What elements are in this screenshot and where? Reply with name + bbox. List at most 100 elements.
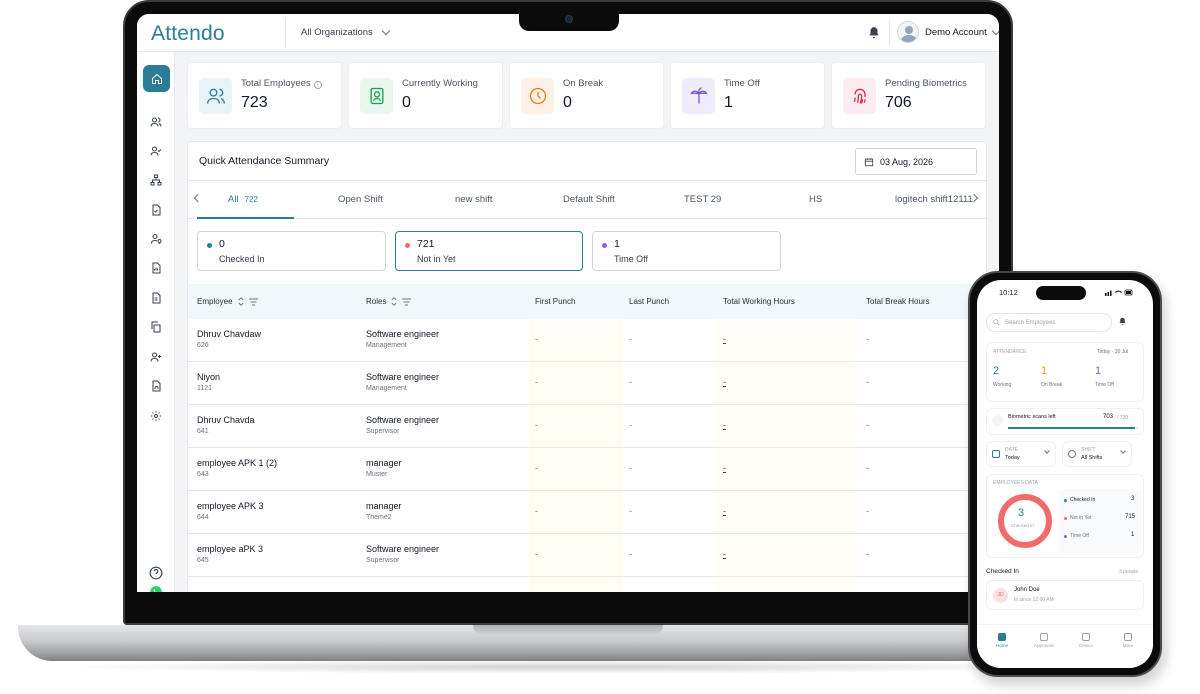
- phone-shift-select[interactable]: SHIFT All Shifts: [1062, 441, 1132, 467]
- column-header-first-punch[interactable]: First Punch: [535, 297, 575, 306]
- table-row[interactable]: employee aPK 3 645 Software engineer Superv…: [188, 534, 988, 577]
- shift-tabs: All 722 Open Shift new shift Default Shif…: [188, 180, 988, 219]
- stat-icon-bg: [521, 78, 554, 114]
- bell-icon[interactable]: [1118, 317, 1127, 326]
- nav-home[interactable]: Home: [987, 633, 1017, 648]
- whatsapp-icon[interactable]: [149, 585, 163, 592]
- sidebar-item-tracking[interactable]: [145, 228, 167, 250]
- legend-label: Time Off: [1070, 533, 1089, 539]
- sort-icon[interactable]: [390, 297, 398, 306]
- account-menu[interactable]: Demo Account: [897, 21, 999, 43]
- cell-work: -: [723, 463, 726, 473]
- cell-work: -: [723, 506, 726, 516]
- user-add-icon: [150, 352, 161, 362]
- status-card-checked-in[interactable]: 0 Checked In: [197, 231, 386, 271]
- attendance-label: ATTENDANCE: [993, 349, 1027, 355]
- bell-icon[interactable]: [867, 26, 881, 40]
- phone-bottom-nav: Home Approvals Device More: [977, 624, 1153, 668]
- filter-icon[interactable]: [402, 298, 412, 306]
- biometric-label: Biometric scans left: [1008, 414, 1056, 420]
- tab-all[interactable]: All 722: [228, 194, 258, 205]
- sidebar-item-organization[interactable]: [145, 169, 167, 191]
- status-card-time-off[interactable]: 1 Time Off: [592, 231, 781, 271]
- stat-icon-bg: [682, 78, 715, 114]
- stat-card-currently-working[interactable]: Currently Working 0: [348, 62, 503, 129]
- cell-first: -: [535, 420, 538, 430]
- status-label: Not in Yet: [417, 254, 456, 264]
- tab-default-shift[interactable]: Default Shift: [563, 194, 615, 205]
- sidebar-item-approvals[interactable]: [145, 199, 167, 221]
- time-off-label: Time Off: [1095, 382, 1114, 388]
- tab-hs[interactable]: HS: [809, 194, 822, 205]
- stat-card-total-employees[interactable]: Total Employees i 723: [187, 62, 342, 129]
- employee-department: Theme2: [366, 514, 392, 521]
- employee-role: Software engineer: [366, 372, 440, 382]
- sort-icon[interactable]: [237, 297, 245, 306]
- column-header-total-working-hours[interactable]: Total Working Hours: [723, 297, 795, 306]
- column-header-total-break-hours[interactable]: Total Break Hours: [866, 297, 930, 306]
- phone-date-select[interactable]: DATE Today: [986, 441, 1056, 467]
- nav-more[interactable]: More: [1113, 633, 1143, 648]
- stat-value: 706: [885, 94, 912, 111]
- checked-in-person-row[interactable]: JD John Doe In since 12:00 AM: [986, 580, 1144, 610]
- badge-icon: [370, 87, 383, 105]
- table-row[interactable]: employee APK 3 644 manager Theme2 - - - -: [188, 491, 988, 534]
- sidebar-item-copies[interactable]: [145, 316, 167, 338]
- tab-logitech-shift[interactable]: logitech shift12111: [895, 194, 973, 205]
- working-count: 2: [993, 365, 1000, 377]
- column-header-employee[interactable]: Employee: [197, 297, 258, 306]
- employee-department: Supervisor: [366, 428, 400, 435]
- checked-in-count: 3 people: [1119, 569, 1139, 575]
- help-icon[interactable]: [149, 566, 163, 580]
- sidebar-item-home[interactable]: [143, 65, 170, 92]
- sidebar-item-employees[interactable]: [145, 111, 167, 133]
- filter-icon[interactable]: [248, 298, 258, 306]
- app-logo[interactable]: Attendo: [151, 22, 225, 46]
- table-row[interactable]: Dhruv Chavdaw 626 Software engineer Managem…: [188, 319, 988, 362]
- phone-biometric-card: Biometric scans left 703 / 720: [986, 408, 1144, 435]
- sidebar-item-documents[interactable]: [145, 287, 167, 309]
- calendar-icon: [992, 450, 1000, 458]
- column-header-roles[interactable]: Roles: [366, 297, 412, 306]
- tab-new-shift[interactable]: new shift: [455, 194, 493, 205]
- status-card-not-in-yet[interactable]: 721 Not in Yet: [395, 231, 583, 271]
- organization-select[interactable]: All Organizations: [301, 26, 391, 38]
- sidebar-item-biometrics[interactable]: [145, 375, 167, 397]
- stat-card-pending-biometrics[interactable]: Pending Biometrics 706: [831, 62, 986, 129]
- nav-device[interactable]: Device: [1071, 633, 1101, 648]
- table-row[interactable]: Niyon 1121 Software engineer Management - - - -: [188, 362, 988, 405]
- chevron-down-icon: [381, 26, 391, 36]
- legend-value: 1: [1131, 532, 1135, 538]
- fingerprint-icon: [992, 415, 1003, 426]
- tab-open-shift[interactable]: Open Shift: [338, 194, 383, 205]
- stat-label: On Break: [563, 78, 604, 89]
- table-row[interactable]: employee APK 1 (2) 643 manager Muster - - - -: [188, 448, 988, 491]
- date-picker[interactable]: 03 Aug, 2026: [855, 148, 977, 175]
- phone-search-input[interactable]: Search Employees: [986, 313, 1112, 332]
- avatar: [897, 21, 919, 43]
- fingerprint-doc-icon: [152, 380, 161, 392]
- info-icon[interactable]: i: [313, 81, 322, 89]
- sidebar-item-add-user[interactable]: [145, 346, 167, 368]
- sidebar-item-settings[interactable]: [145, 405, 167, 427]
- employee-department: Muster: [366, 471, 388, 478]
- chevron-down-icon: [1120, 448, 1126, 454]
- sidebar-item-attendance[interactable]: [145, 140, 167, 162]
- stat-card-on-break[interactable]: On Break 0: [509, 62, 664, 129]
- legend-value: 715: [1125, 514, 1136, 520]
- column-header-last-punch[interactable]: Last Punch: [629, 297, 669, 306]
- phone-screen: 10:12 Search Employees ATTENDANCE Today …: [977, 280, 1153, 668]
- cell-brk: -: [866, 463, 869, 473]
- home-icon: [998, 633, 1006, 641]
- employee-role: manager: [366, 501, 402, 511]
- stat-card-time-off[interactable]: Time Off 1: [670, 62, 825, 129]
- stat-icon-bg: [360, 78, 393, 114]
- nav-label: Home: [995, 643, 1008, 648]
- sidebar-item-reports[interactable]: [145, 257, 167, 279]
- tab-test-29[interactable]: TEST 29: [684, 194, 721, 205]
- chevron-left-icon[interactable]: [193, 193, 203, 203]
- employee-role: manager: [366, 458, 402, 468]
- table-row[interactable]: Dhruv Chavda 641 Software engineer Supervis…: [188, 405, 988, 448]
- phone-clock: 10:12: [999, 288, 1018, 297]
- nav-approvals[interactable]: Approvals: [1029, 633, 1059, 648]
